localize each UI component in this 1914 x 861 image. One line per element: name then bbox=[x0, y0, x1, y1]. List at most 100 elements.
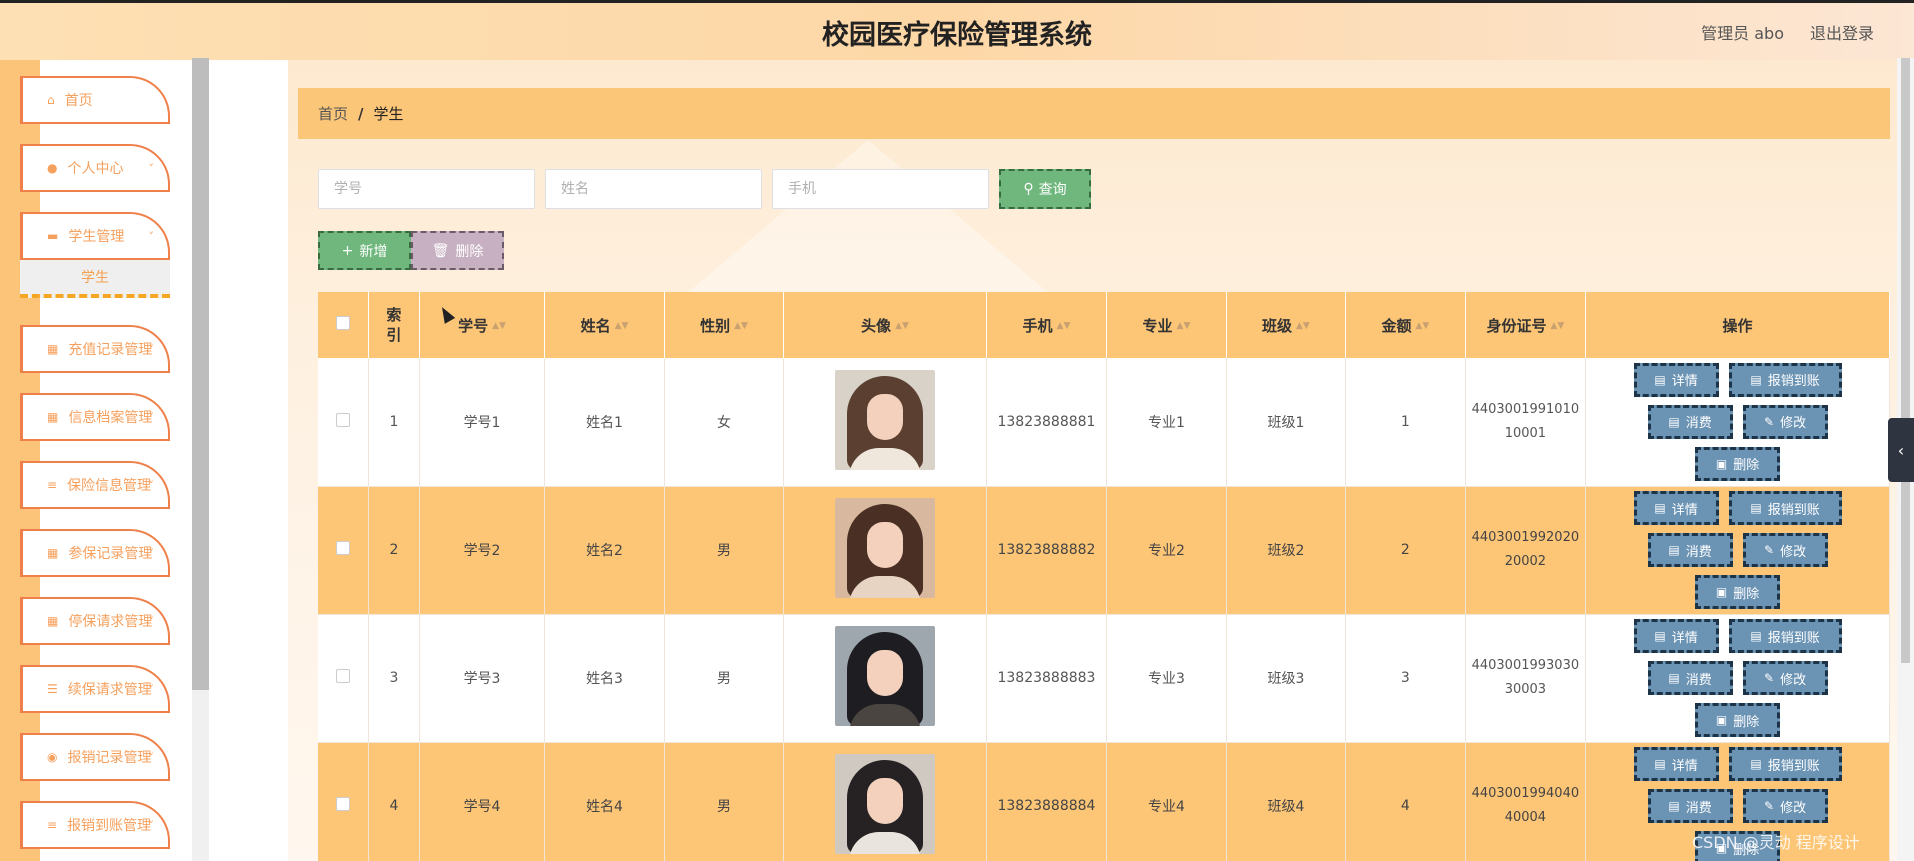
amount-cell: 4 bbox=[1345, 742, 1466, 861]
chevron-down-icon: ˅ bbox=[148, 683, 155, 696]
student-id-search-input[interactable] bbox=[318, 169, 535, 209]
col-id-card[interactable]: 身份证号 ▲▼ bbox=[1465, 292, 1587, 358]
delete-button[interactable]: ▣ 删除 bbox=[1695, 446, 1781, 481]
col-avatar[interactable]: 头像 ▲▼ bbox=[783, 292, 987, 358]
edit-button[interactable]: ✎ 修改 bbox=[1742, 789, 1828, 823]
col-student-id[interactable]: 学号 ▲▼ bbox=[419, 292, 546, 358]
consume-label: 消费 bbox=[1685, 672, 1712, 688]
detail-button[interactable]: ▤ 详情 bbox=[1633, 747, 1719, 781]
name-cell: 姓名4 bbox=[544, 742, 665, 861]
sidebar-scroll-thumb[interactable] bbox=[192, 58, 209, 690]
row-select-cell[interactable] bbox=[318, 358, 370, 487]
table-row: 1 学号1 姓名1 女 13823888881 专业1 班级1 1 4403001991010 1… bbox=[318, 358, 1890, 487]
sort-icon[interactable]: ▲▼ bbox=[1177, 321, 1191, 331]
breadcrumb-home[interactable]: 首页 bbox=[318, 103, 348, 124]
col-name[interactable]: 姓名 ▲▼ bbox=[544, 292, 665, 358]
select-all-header[interactable] bbox=[318, 292, 370, 358]
student-id-cell: 学号2 bbox=[419, 486, 546, 615]
student-id-cell: 学号4 bbox=[419, 742, 546, 861]
sidebar-item[interactable]: ◉ 报销记录管理 ˅ bbox=[20, 733, 170, 781]
consume-button[interactable]: ▤ 消费 bbox=[1647, 789, 1733, 823]
sort-icon[interactable]: ▲▼ bbox=[895, 321, 909, 331]
col-major[interactable]: 专业 ▲▼ bbox=[1106, 292, 1227, 358]
id-card-cell: 4403001994040 40004 bbox=[1465, 742, 1587, 861]
sidebar-scrollbar[interactable] bbox=[192, 58, 209, 861]
avatar[interactable] bbox=[834, 498, 935, 598]
col-gender[interactable]: 性别 ▲▼ bbox=[664, 292, 785, 358]
class-cell: 班级2 bbox=[1226, 486, 1347, 615]
select-all-checkbox[interactable] bbox=[336, 316, 351, 330]
row-checkbox[interactable] bbox=[336, 669, 351, 683]
sort-icon[interactable]: ▲▼ bbox=[1550, 321, 1564, 331]
name-search-input[interactable] bbox=[545, 169, 762, 209]
id-card-cell: 4403001991010 10001 bbox=[1465, 358, 1587, 487]
sort-icon[interactable]: ▲▼ bbox=[1057, 321, 1071, 331]
detail-button[interactable]: ▤ 详情 bbox=[1633, 362, 1719, 397]
sidebar-item[interactable]: ≡ 保险信息管理 ˅ bbox=[20, 461, 170, 509]
col-amount[interactable]: 金额 ▲▼ bbox=[1345, 292, 1466, 358]
sidebar-item[interactable]: ▦ 停保请求管理 ˅ bbox=[20, 597, 170, 645]
sidebar-subitem-student[interactable]: 学生 bbox=[20, 260, 170, 298]
detail-button[interactable]: ▤ 详情 bbox=[1633, 491, 1719, 525]
detail-button[interactable]: ▤ 详情 bbox=[1633, 619, 1719, 653]
consume-button[interactable]: ▤ 消费 bbox=[1647, 533, 1733, 567]
sort-icon[interactable]: ▲▼ bbox=[734, 321, 748, 331]
sidebar-item[interactable]: ▦ 充值记录管理 ˅ bbox=[20, 325, 170, 373]
sidebar-item[interactable]: ▬ 学生管理 ˅ bbox=[20, 212, 170, 260]
search-button[interactable]: ⚲ 查询 bbox=[999, 169, 1091, 209]
top-bar: 校园医疗保险管理系统 管理员 abo 退出登录 bbox=[0, 0, 1914, 60]
sort-icon[interactable]: ▲▼ bbox=[492, 321, 506, 331]
page-scroll-thumb[interactable] bbox=[1901, 58, 1910, 663]
sidebar-item[interactable]: ≡ 报销到账管理 ˅ bbox=[20, 801, 170, 849]
reimburse-button[interactable]: ▤ 报销到账 bbox=[1728, 747, 1842, 781]
row-checkbox[interactable] bbox=[336, 412, 351, 427]
batch-delete-button[interactable]: 🗑 删除 bbox=[411, 231, 504, 270]
grid-icon: ▦ bbox=[47, 410, 59, 424]
sort-icon[interactable]: ▲▼ bbox=[1296, 321, 1310, 331]
id-card-line-2: 10001 bbox=[1504, 425, 1547, 441]
sort-icon[interactable]: ▲▼ bbox=[615, 321, 629, 331]
avatar[interactable] bbox=[834, 626, 935, 726]
col-class[interactable]: 班级 ▲▼ bbox=[1226, 292, 1347, 358]
avatar[interactable] bbox=[834, 369, 935, 470]
edit-button[interactable]: ✎ 修改 bbox=[1742, 661, 1828, 695]
detail-label: 详情 bbox=[1671, 758, 1698, 774]
sidebar-item[interactable]: ⌂ 首页 bbox=[20, 76, 170, 124]
phone-search-input[interactable] bbox=[772, 169, 989, 209]
row-select-cell[interactable] bbox=[318, 742, 370, 861]
row-checkbox[interactable] bbox=[336, 541, 351, 555]
row-select-cell[interactable] bbox=[318, 486, 370, 615]
delete-button[interactable]: ▣ 删除 bbox=[1695, 575, 1781, 609]
sort-icon[interactable]: ▲▼ bbox=[1415, 321, 1429, 331]
document-icon: ▤ bbox=[1654, 629, 1666, 643]
delete-button[interactable]: ▣ 删除 bbox=[1695, 703, 1781, 737]
edit-button[interactable]: ✎ 修改 bbox=[1742, 404, 1828, 439]
document-icon: ▤ bbox=[1654, 501, 1666, 515]
col-phone[interactable]: 手机 ▲▼ bbox=[986, 292, 1108, 358]
row-select-cell[interactable] bbox=[318, 614, 370, 743]
logout-link[interactable]: 退出登录 bbox=[1810, 20, 1874, 44]
chevron-down-icon: ˅ bbox=[148, 819, 155, 832]
reimburse-button[interactable]: ▤ 报销到账 bbox=[1728, 619, 1842, 653]
sidebar-item-label: 信息档案管理 bbox=[68, 410, 153, 426]
add-button[interactable]: + 新增 bbox=[318, 231, 411, 270]
pencil-icon: ✎ bbox=[1764, 671, 1775, 685]
list-icon: ≡ bbox=[47, 818, 58, 832]
edit-button[interactable]: ✎ 修改 bbox=[1742, 533, 1828, 567]
consume-button[interactable]: ▤ 消费 bbox=[1647, 404, 1733, 439]
sidebar-item[interactable]: ☰ 续保请求管理 ˅ bbox=[20, 665, 170, 713]
student-id-cell: 学号1 bbox=[419, 358, 546, 487]
row-checkbox[interactable] bbox=[336, 797, 351, 811]
avatar[interactable] bbox=[834, 754, 935, 854]
sidebar-item[interactable]: ▦ 参保记录管理 ˅ bbox=[20, 529, 170, 577]
collapse-panel-button[interactable]: ‹ bbox=[1888, 418, 1914, 482]
chevron-left-icon: ‹ bbox=[1897, 440, 1905, 460]
sidebar-item[interactable]: ▦ 信息档案管理 ˅ bbox=[20, 393, 170, 441]
breadcrumb: 首页 / 学生 bbox=[298, 88, 1890, 139]
gender-cell: 女 bbox=[664, 358, 785, 487]
consume-button[interactable]: ▤ 消费 bbox=[1647, 661, 1733, 695]
reimburse-button[interactable]: ▤ 报销到账 bbox=[1728, 491, 1842, 525]
sidebar-item[interactable]: ● 个人中心 ˅ bbox=[20, 144, 170, 192]
document-icon: ▤ bbox=[1750, 501, 1762, 515]
reimburse-button[interactable]: ▤ 报销到账 bbox=[1728, 362, 1842, 397]
